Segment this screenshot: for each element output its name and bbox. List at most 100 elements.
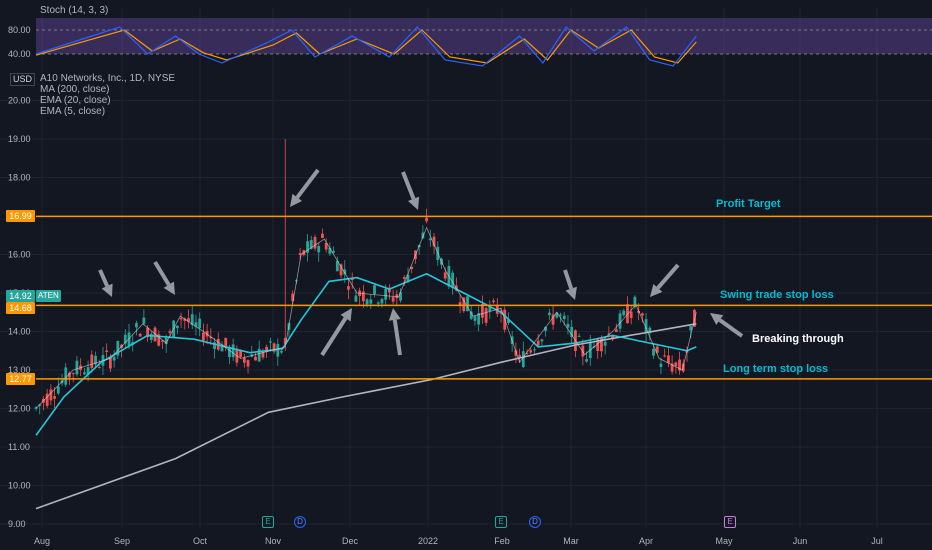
upcoming-earnings-event-icon[interactable]: E (724, 516, 736, 528)
candle-body (231, 344, 235, 358)
candle-body (384, 288, 388, 300)
candle-body (142, 317, 146, 324)
legend-ema20[interactable]: EMA (20, close) (40, 95, 175, 106)
candle-body (585, 359, 588, 362)
ma200-line (35, 323, 697, 510)
profit-target-label: Profit Target (716, 198, 781, 210)
candle-body (254, 356, 257, 361)
candle-body (339, 264, 343, 276)
candle-body (56, 386, 60, 394)
candle-body (425, 217, 428, 222)
time-axis-label: Nov (265, 536, 282, 546)
dividend-event-icon[interactable]: D (294, 516, 306, 528)
candlesticks (34, 139, 696, 415)
swing-stop-price-tag: 14.68 (6, 302, 35, 314)
candle-body (361, 291, 365, 302)
candle-body (373, 285, 376, 295)
candle-body (97, 366, 101, 368)
candle-body (458, 302, 462, 305)
candle-body (640, 313, 644, 316)
candle-body (276, 344, 280, 357)
candle-body (492, 300, 495, 303)
candle-body (71, 373, 75, 375)
annotation-arrow (656, 263, 680, 290)
candle-body (75, 360, 79, 375)
stoch-label: Stoch (14, 3, 3) (40, 5, 109, 16)
dividend-event-icon[interactable]: D (529, 516, 541, 528)
candle-body (198, 318, 202, 329)
long-stop-price-tag: 12.77 (6, 373, 35, 385)
earnings-event-icon[interactable]: E (262, 516, 274, 528)
candle-body (629, 311, 633, 319)
candle-body (395, 294, 399, 299)
candle-body (402, 277, 406, 279)
candle-body (280, 350, 283, 353)
candle-body (674, 362, 678, 367)
price-axis-label: 9.00 (8, 519, 26, 529)
candle-body (533, 349, 536, 351)
symbol-title: A10 Networks, Inc., 1D, NYSE (40, 73, 176, 84)
price-axis-label: 14.00 (8, 327, 31, 337)
candle-body (175, 325, 179, 329)
legend-ema5[interactable]: EMA (5, close) (40, 106, 175, 117)
stoch-legend[interactable]: Stoch (14, 3, 3) (40, 5, 108, 16)
price-axis-label: 11.00 (8, 442, 30, 452)
candle-body (105, 350, 109, 352)
moving-averages (35, 226, 697, 510)
currency-badge: USD (10, 73, 36, 86)
swing-stop-label: Swing trade stop loss (720, 289, 834, 301)
candle-body (365, 299, 369, 305)
candle-body (663, 355, 667, 357)
candle-body (168, 331, 172, 333)
candle-body (380, 298, 384, 304)
candle-body (659, 363, 663, 367)
candle-body (559, 314, 562, 316)
chart-legend[interactable]: A10 Networks, Inc., 1D, NYSE MA (200, cl… (40, 73, 175, 117)
annotation-arrowhead (388, 308, 401, 321)
candle-body (540, 339, 544, 342)
time-axis-label: Dec (342, 536, 359, 546)
candle-body (577, 335, 581, 337)
candle-body (399, 292, 402, 301)
price-axis-label: 12.00 (8, 404, 31, 414)
time-axis-label: 2022 (418, 536, 438, 546)
symbol-tag: ATEN (36, 290, 61, 302)
candle-body (246, 360, 250, 367)
candle-body (317, 245, 321, 253)
annotation-arrow (153, 260, 171, 286)
price-axis-label: 10.00 (8, 481, 31, 491)
candle-body (268, 341, 272, 343)
price-axis-label: 19.00 (8, 134, 31, 144)
candle-body (618, 313, 622, 329)
candle-body (53, 396, 56, 399)
candle-body (391, 297, 395, 302)
candle-body (90, 354, 94, 368)
profit-target-price-tag: 16.99 (6, 210, 35, 222)
ema20-line (35, 272, 697, 436)
stoch-band (36, 18, 932, 54)
time-axis-label: Feb (494, 536, 510, 546)
annotation-arrow (718, 318, 744, 338)
annotation-arrow (98, 269, 109, 287)
annotation-arrow (320, 317, 348, 357)
candle-body (138, 333, 142, 337)
candle-body (149, 333, 153, 340)
candle-body (667, 355, 670, 363)
time-axis-label: Jul (871, 536, 883, 546)
candle-body (112, 356, 116, 361)
candle-body (614, 329, 618, 333)
candle-body (547, 312, 551, 316)
candle-body (179, 317, 183, 320)
candle-body (473, 316, 477, 321)
candle-body (484, 308, 488, 323)
candle-body (622, 310, 626, 316)
annotation-arrow (401, 171, 416, 200)
annotation-arrow (295, 168, 320, 199)
candle-body (313, 237, 317, 249)
earnings-event-icon[interactable]: E (495, 516, 507, 528)
candle-body (49, 389, 53, 401)
legend-ma200[interactable]: MA (200, close) (40, 84, 175, 95)
candle-body (529, 350, 533, 353)
annotation-arrow (392, 319, 402, 356)
time-axis-label: Oct (193, 536, 208, 546)
